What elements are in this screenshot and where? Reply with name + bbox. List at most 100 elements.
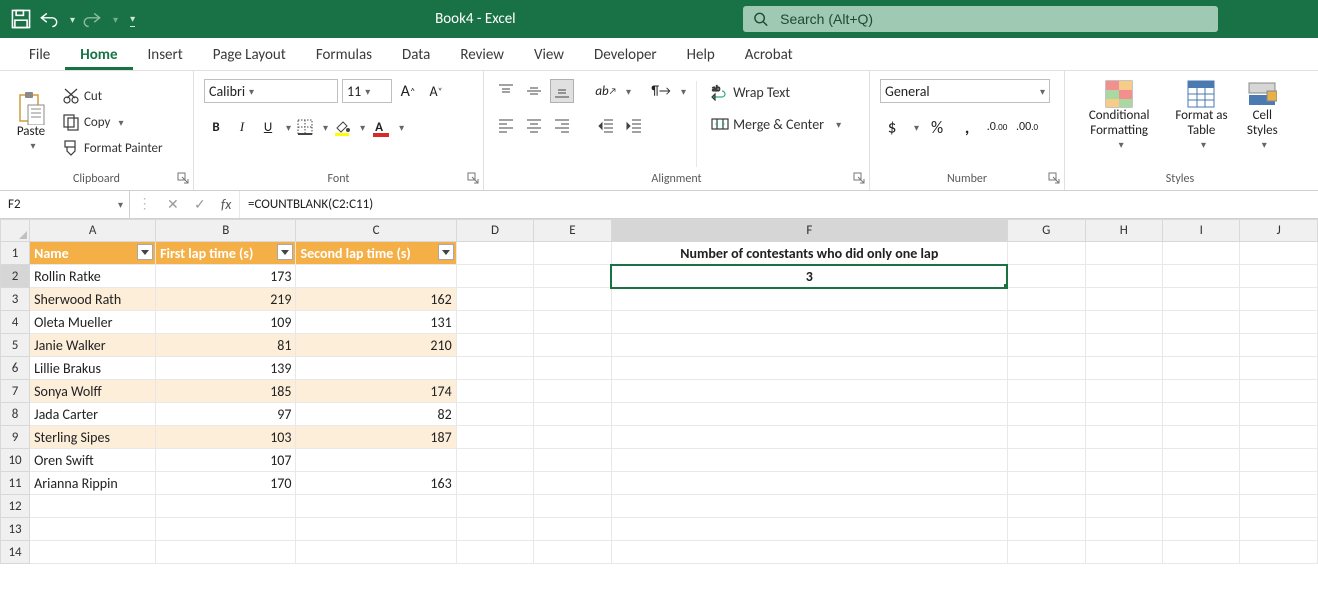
column-header-B[interactable]: B bbox=[156, 220, 296, 242]
cell-I4[interactable] bbox=[1163, 311, 1240, 334]
column-header-D[interactable]: D bbox=[456, 220, 534, 242]
merge-center-button[interactable]: Merge & Center▾ bbox=[705, 113, 847, 135]
cell-A2[interactable]: Rollin Ratke bbox=[30, 265, 156, 288]
cell-H13[interactable] bbox=[1085, 518, 1163, 541]
cell-B8[interactable]: 97 bbox=[156, 403, 296, 426]
row-header-7[interactable]: 7 bbox=[1, 380, 30, 403]
cell-C10[interactable] bbox=[296, 449, 456, 472]
increase-indent-button[interactable] bbox=[622, 113, 646, 137]
percent-format-button[interactable]: % bbox=[925, 115, 949, 139]
cell-C8[interactable]: 82 bbox=[296, 403, 456, 426]
undo-menu-chevron-icon[interactable]: ▾ bbox=[70, 13, 75, 26]
decrease-font-button[interactable]: A˅ bbox=[424, 79, 448, 103]
font-color-menu-chevron-icon[interactable]: ▾ bbox=[399, 121, 404, 134]
cell-E6[interactable] bbox=[534, 357, 611, 380]
cell-G1[interactable] bbox=[1007, 242, 1085, 265]
cell-J4[interactable] bbox=[1240, 311, 1318, 334]
cell-D8[interactable] bbox=[456, 403, 534, 426]
redo-menu-chevron-icon[interactable]: ▾ bbox=[113, 13, 118, 26]
cell-E14[interactable] bbox=[534, 541, 611, 564]
row-header-8[interactable]: 8 bbox=[1, 403, 30, 426]
tab-help[interactable]: Help bbox=[672, 40, 730, 70]
tab-file[interactable]: File bbox=[14, 40, 65, 70]
cell-H10[interactable] bbox=[1085, 449, 1163, 472]
cell-J11[interactable] bbox=[1240, 472, 1318, 495]
cell-F3[interactable] bbox=[611, 288, 1007, 311]
cell-B6[interactable]: 139 bbox=[156, 357, 296, 380]
tab-data[interactable]: Data bbox=[387, 40, 445, 70]
filter-button[interactable] bbox=[438, 244, 454, 260]
copy-button[interactable]: Copy▾ bbox=[56, 111, 169, 133]
cell-I1[interactable] bbox=[1163, 242, 1240, 265]
borders-button[interactable] bbox=[293, 115, 317, 139]
cell-I12[interactable] bbox=[1163, 495, 1240, 518]
cell-F8[interactable] bbox=[611, 403, 1007, 426]
cell-E10[interactable] bbox=[534, 449, 611, 472]
cell-C13[interactable] bbox=[296, 518, 456, 541]
cell-J7[interactable] bbox=[1240, 380, 1318, 403]
copy-menu-chevron-icon[interactable]: ▾ bbox=[118, 116, 123, 129]
decrease-indent-button[interactable] bbox=[594, 113, 618, 137]
cell-G9[interactable] bbox=[1007, 426, 1085, 449]
cell-H6[interactable] bbox=[1085, 357, 1163, 380]
cell-B7[interactable]: 185 bbox=[156, 380, 296, 403]
cell-D11[interactable] bbox=[456, 472, 534, 495]
cell-F6[interactable] bbox=[611, 357, 1007, 380]
cell-C1[interactable]: Second lap time (s) bbox=[296, 242, 456, 265]
align-top-button[interactable] bbox=[494, 79, 518, 103]
cell-F5[interactable] bbox=[611, 334, 1007, 357]
cell-H14[interactable] bbox=[1085, 541, 1163, 564]
row-header-12[interactable]: 12 bbox=[1, 495, 30, 518]
insert-function-button[interactable]: fx bbox=[221, 196, 231, 213]
cell-F9[interactable] bbox=[611, 426, 1007, 449]
tab-page-layout[interactable]: Page Layout bbox=[198, 40, 301, 70]
search-box[interactable] bbox=[743, 6, 1218, 32]
cell-E8[interactable] bbox=[534, 403, 611, 426]
cell-styles-button[interactable]: Cell Styles▾ bbox=[1240, 77, 1285, 152]
cell-D14[interactable] bbox=[456, 541, 534, 564]
cell-G12[interactable] bbox=[1007, 495, 1085, 518]
cell-G14[interactable] bbox=[1007, 541, 1085, 564]
tab-view[interactable]: View bbox=[519, 40, 579, 70]
cell-G10[interactable] bbox=[1007, 449, 1085, 472]
cell-E9[interactable] bbox=[534, 426, 611, 449]
cancel-formula-button[interactable]: ✕ bbox=[167, 196, 179, 213]
number-dialog-launcher[interactable] bbox=[1048, 172, 1060, 184]
orientation-button[interactable]: ab↗ bbox=[594, 79, 618, 103]
cell-E13[interactable] bbox=[534, 518, 611, 541]
cell-F2[interactable]: 3 bbox=[611, 265, 1007, 288]
cell-E2[interactable] bbox=[534, 265, 611, 288]
row-header-14[interactable]: 14 bbox=[1, 541, 30, 564]
cell-C2[interactable] bbox=[296, 265, 456, 288]
cell-F14[interactable] bbox=[611, 541, 1007, 564]
cell-G7[interactable] bbox=[1007, 380, 1085, 403]
cell-G8[interactable] bbox=[1007, 403, 1085, 426]
cell-D6[interactable] bbox=[456, 357, 534, 380]
cell-J3[interactable] bbox=[1240, 288, 1318, 311]
cell-J5[interactable] bbox=[1240, 334, 1318, 357]
alignment-dialog-launcher[interactable] bbox=[853, 172, 865, 184]
cell-A13[interactable] bbox=[30, 518, 156, 541]
cell-J1[interactable] bbox=[1240, 242, 1318, 265]
formula-dropdown-icon[interactable]: ⋮ bbox=[138, 196, 152, 213]
cell-J10[interactable] bbox=[1240, 449, 1318, 472]
cell-H8[interactable] bbox=[1085, 403, 1163, 426]
cell-G5[interactable] bbox=[1007, 334, 1085, 357]
cell-A4[interactable]: Oleta Mueller bbox=[30, 311, 156, 334]
undo-button[interactable] bbox=[38, 8, 60, 30]
cell-F13[interactable] bbox=[611, 518, 1007, 541]
format-as-table-button[interactable]: Format as Table▾ bbox=[1169, 77, 1233, 152]
italic-button[interactable]: I bbox=[230, 115, 254, 139]
cell-C3[interactable]: 162 bbox=[296, 288, 456, 311]
cell-H11[interactable] bbox=[1085, 472, 1163, 495]
cell-C7[interactable]: 174 bbox=[296, 380, 456, 403]
row-header-6[interactable]: 6 bbox=[1, 357, 30, 380]
underline-button[interactable]: U bbox=[256, 115, 280, 139]
cell-E1[interactable] bbox=[534, 242, 611, 265]
paste-button[interactable]: Paste ▾ bbox=[10, 89, 52, 153]
cell-J12[interactable] bbox=[1240, 495, 1318, 518]
cell-H1[interactable] bbox=[1085, 242, 1163, 265]
cell-A9[interactable]: Sterling Sipes bbox=[30, 426, 156, 449]
cell-H12[interactable] bbox=[1085, 495, 1163, 518]
cell-E11[interactable] bbox=[534, 472, 611, 495]
